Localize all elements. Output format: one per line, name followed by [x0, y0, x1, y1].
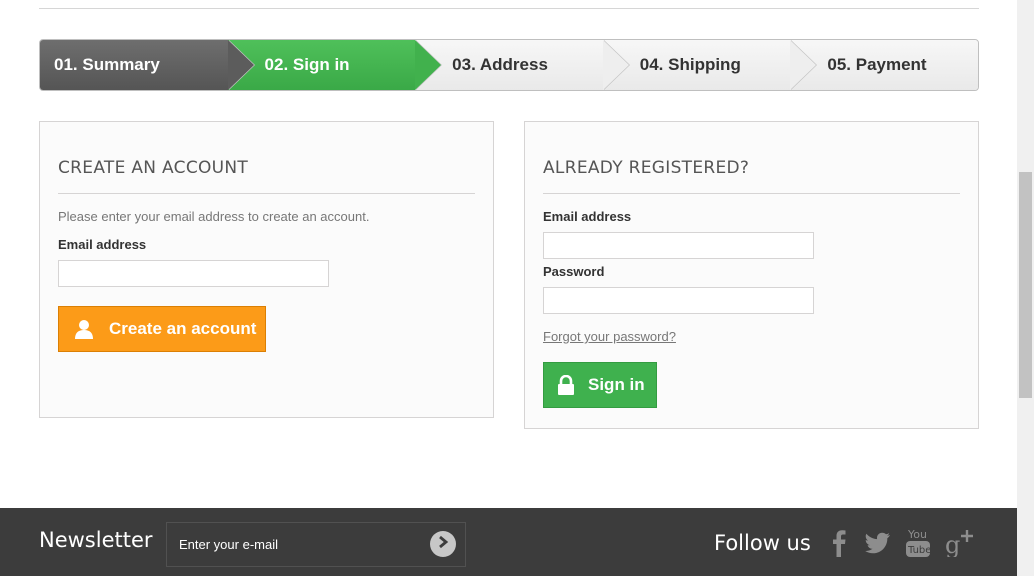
- create-account-hint: Please enter your email address to creat…: [58, 209, 370, 224]
- step-address: 03. Address: [415, 40, 630, 90]
- newsletter-form: Enter your e-mail: [166, 522, 466, 567]
- password-label: Password: [543, 264, 605, 279]
- divider: [543, 193, 960, 194]
- facebook-icon[interactable]: [828, 526, 850, 560]
- step-label: 02. Sign in: [264, 55, 350, 74]
- sign-in-button[interactable]: Sign in: [543, 362, 657, 408]
- twitter-icon[interactable]: [864, 526, 892, 560]
- create-account-label: Create an account: [109, 319, 257, 338]
- email-label: Email address: [543, 209, 632, 224]
- password-input[interactable]: [543, 287, 814, 314]
- step-payment: 05. Payment: [790, 40, 978, 90]
- step-label: 03. Address: [452, 55, 548, 74]
- login-heading: ALREADY REGISTERED?: [543, 158, 750, 178]
- step-summary[interactable]: 01. Summary: [40, 40, 255, 90]
- create-account-heading: CREATE AN ACCOUNT: [58, 158, 249, 178]
- create-email-input[interactable]: [58, 260, 329, 287]
- email-label: Email address: [58, 237, 147, 252]
- login-panel: ALREADY REGISTERED? Email address Passwo…: [524, 121, 979, 429]
- step-label: 05. Payment: [827, 55, 927, 74]
- forgot-password-link[interactable]: Forgot your password?: [543, 329, 676, 344]
- divider: [58, 193, 475, 194]
- google-plus-icon[interactable]: g: [943, 526, 975, 560]
- step-label: 04. Shipping: [639, 55, 741, 74]
- step-label: 01. Summary: [54, 55, 160, 74]
- newsletter-email-input[interactable]: Enter your e-mail: [179, 537, 278, 552]
- scrollbar-thumb[interactable]: [1019, 172, 1032, 398]
- svg-text:Tube: Tube: [907, 545, 931, 556]
- create-account-button[interactable]: Create an account: [58, 306, 266, 352]
- youtube-icon[interactable]: You Tube: [904, 526, 932, 560]
- chevron-right-icon: [436, 535, 450, 554]
- newsletter-submit-button[interactable]: [430, 531, 456, 557]
- top-divider: [39, 8, 979, 9]
- footer: Newsletter Enter your e-mail Follow us Y…: [0, 508, 1017, 576]
- sign-in-label: Sign in: [588, 375, 645, 394]
- svg-text:You: You: [907, 528, 927, 541]
- step-sign-in[interactable]: 02. Sign in: [227, 40, 443, 90]
- step-shipping: 04. Shipping: [602, 40, 818, 90]
- user-icon: [59, 319, 109, 339]
- newsletter-title: Newsletter: [39, 528, 153, 552]
- lock-icon: [544, 375, 588, 395]
- login-email-input[interactable]: [543, 232, 814, 259]
- create-account-panel: CREATE AN ACCOUNT Please enter your emai…: [39, 121, 494, 418]
- svg-text:g: g: [945, 531, 960, 557]
- follow-us-title: Follow us: [714, 531, 811, 555]
- checkout-steps: 01. Summary 02. Sign in 03. Address 04. …: [39, 39, 979, 91]
